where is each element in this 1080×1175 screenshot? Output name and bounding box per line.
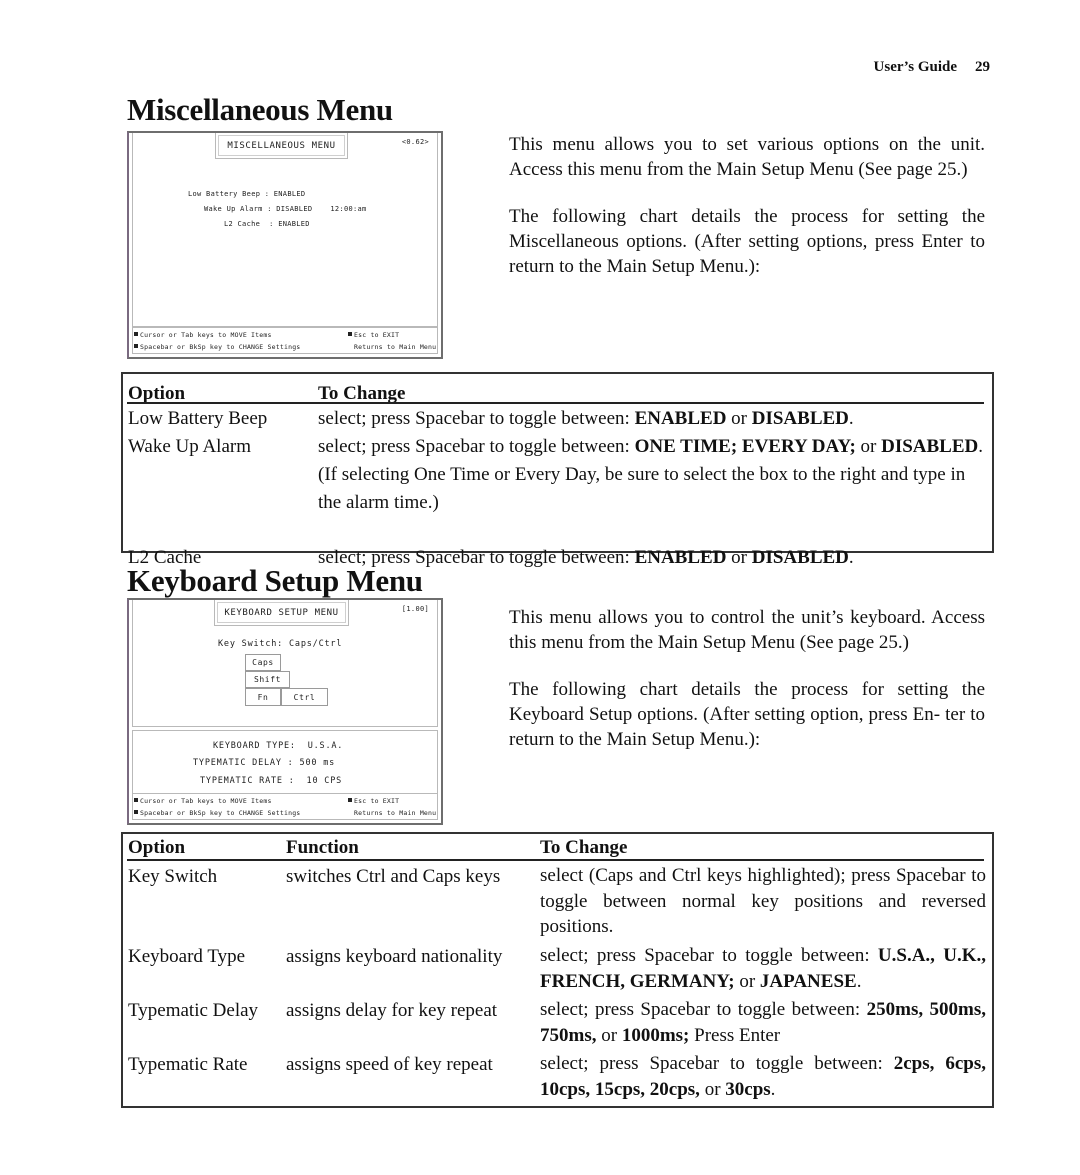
misc-desc-paragraph: The following chart details the process … [509,206,985,277]
keyboard-options-table: Option Function To Change Key Switch swit… [121,832,994,1108]
text-run: or [596,1024,622,1046]
bullet-icon [134,798,138,802]
screen-footer: Cursor or Tab keys to MOVE Items Esc to … [132,793,438,820]
bullet-icon [134,344,138,348]
table-header: Option To Change [123,374,992,404]
bold-value: ENABLED [634,547,727,568]
text-run: select; press Spacebar to toggle between… [540,1053,894,1074]
keyboard-desc-paragraph: The following chart details the process … [509,679,985,750]
to-change-cell: select; press Spacebar to toggle between… [540,1051,986,1102]
bold-value: DISABLED [751,408,849,429]
text-run: Press Enter [689,1024,781,1046]
misc-description: This menu allows you to set various opti… [509,132,985,301]
text-run: or [855,436,882,457]
screen-row-wake-alarm: Wake Up Alarm : DISABLED 12:00:am [204,205,367,213]
to-change-cell: select; press Spacebar to toggle between… [318,433,988,517]
text-run: select; press Spacebar to toggle between… [540,999,867,1020]
table-row: Typematic Delay assigns delay for key rep… [123,995,992,1049]
table-header: Option Function To Change [123,834,992,861]
function-cell: switches Ctrl and Caps keys [286,866,501,887]
header-to-change: To Change [540,837,628,858]
screen-row-low-battery: Low Battery Beep : ENABLED [188,190,306,198]
screen-typematic-rate: TYPEMATIC RATE : 10 CPS [200,776,343,786]
function-cell: assigns keyboard nationality [286,946,503,967]
text-run: . [770,1078,776,1100]
option-cell: Wake Up Alarm [128,436,251,457]
function-cell: assigns speed of key repeat [286,1054,493,1075]
bullet-icon [134,332,138,336]
to-change-cell: select (Caps and Ctrl keys highlighted);… [540,863,986,940]
text-run: or [734,970,760,992]
bold-value: 30cps [725,1078,771,1100]
screen-menu-title: MISCELLANEOUS MENU [215,133,348,159]
table-row: Low Battery Beep select; press Spacebar t… [123,404,992,432]
key-fn: Fn [245,688,281,706]
to-change-cell: select; press Spacebar to toggle between… [540,997,986,1048]
misc-section-title: Miscellaneous Menu [127,92,393,127]
key-shift: Shift [245,671,290,688]
bullet-icon [134,810,138,814]
text-run: select (Caps and Ctrl keys highlighted);… [540,865,986,937]
misc-menu-screenshot: MISCELLANEOUS MENU <0.62> Low Battery Be… [127,131,443,359]
bold-value: 1000ms; [621,1024,690,1046]
bold-value: DISABLED [751,547,849,568]
misc-desc-paragraph: This menu allows you to set various opti… [509,134,985,180]
screen-body [132,133,438,327]
table-row: Keyboard Type assigns keyboard nationalit… [123,941,992,995]
header-function: Function [286,837,359,858]
option-cell: Typematic Delay [128,1000,259,1021]
text-run: or [726,547,752,568]
table-row: Key Switch switches Ctrl and Caps keys sel… [123,861,992,941]
keyboard-section-title: Keyboard Setup Menu [127,563,423,598]
text-run: select; press Spacebar to toggle between… [540,945,878,966]
running-head-title: User’s Guide [873,59,957,75]
bullet-icon [348,332,352,336]
text-run: select; press Spacebar to toggle between… [318,436,635,457]
text-run: select; press Spacebar to toggle between… [318,408,635,429]
screen-code: <0.62> [401,138,429,146]
screen-code: [1.00] [401,605,429,613]
keyboard-description: This menu allows you to control the unit… [509,605,985,774]
screen-keyboard-type: KEYBOARD TYPE: U.S.A. [213,741,344,751]
header-option: Option [128,837,186,858]
keyboard-menu-screenshot: KEYBOARD SETUP MENU [1.00] Key Switch: C… [127,598,443,825]
bold-value: JAPANESE [759,970,857,992]
running-head: User’s Guide 29 [830,59,990,76]
to-change-cell: select; press Spacebar to toggle between… [540,943,986,994]
function-cell: assigns delay for key repeat [286,1000,498,1021]
option-cell: Keyboard Type [128,946,246,967]
table-row: Wake Up Alarm select; press Spacebar to t… [123,432,992,543]
misc-options-table: Option To Change Low Battery Beep select;… [121,372,994,568]
page-number: 29 [975,59,990,75]
option-cell: Typematic Rate [128,1054,248,1075]
keyboard-settings-panel: KEYBOARD TYPE: U.S.A. TYPEMATIC DELAY : … [132,730,438,794]
key-caps: Caps [245,654,281,671]
screen-typematic-delay: TYPEMATIC DELAY : 500 ms [193,758,336,768]
option-cell: Low Battery Beep [128,408,268,429]
table-row: Typematic Rate assigns speed of key repea… [123,1049,992,1103]
bold-value: ENABLED [634,408,727,429]
keyboard-desc-paragraph: This menu allows you to control the unit… [509,607,985,653]
screen-key-switch-label: Key Switch: Caps/Ctrl [218,639,343,649]
screen-menu-title: KEYBOARD SETUP MENU [214,600,349,626]
text-run: . [848,408,854,429]
bullet-icon [348,798,352,802]
text-run: . [848,547,854,568]
key-ctrl: Ctrl [281,688,328,706]
screen-footer: Cursor or Tab keys to MOVE Items Esc to … [132,327,438,354]
bold-value: ONE TIME; EVERY DAY; [634,436,856,457]
screen-row-l2-cache: L2 Cache : ENABLED [224,220,310,228]
option-cell: Key Switch [128,866,218,887]
text-run: . [856,970,862,992]
text-run: or [699,1078,726,1100]
bold-value: DISABLED [881,436,979,457]
text-run: or [726,408,752,429]
to-change-cell: select; press Spacebar to toggle between… [318,405,988,432]
